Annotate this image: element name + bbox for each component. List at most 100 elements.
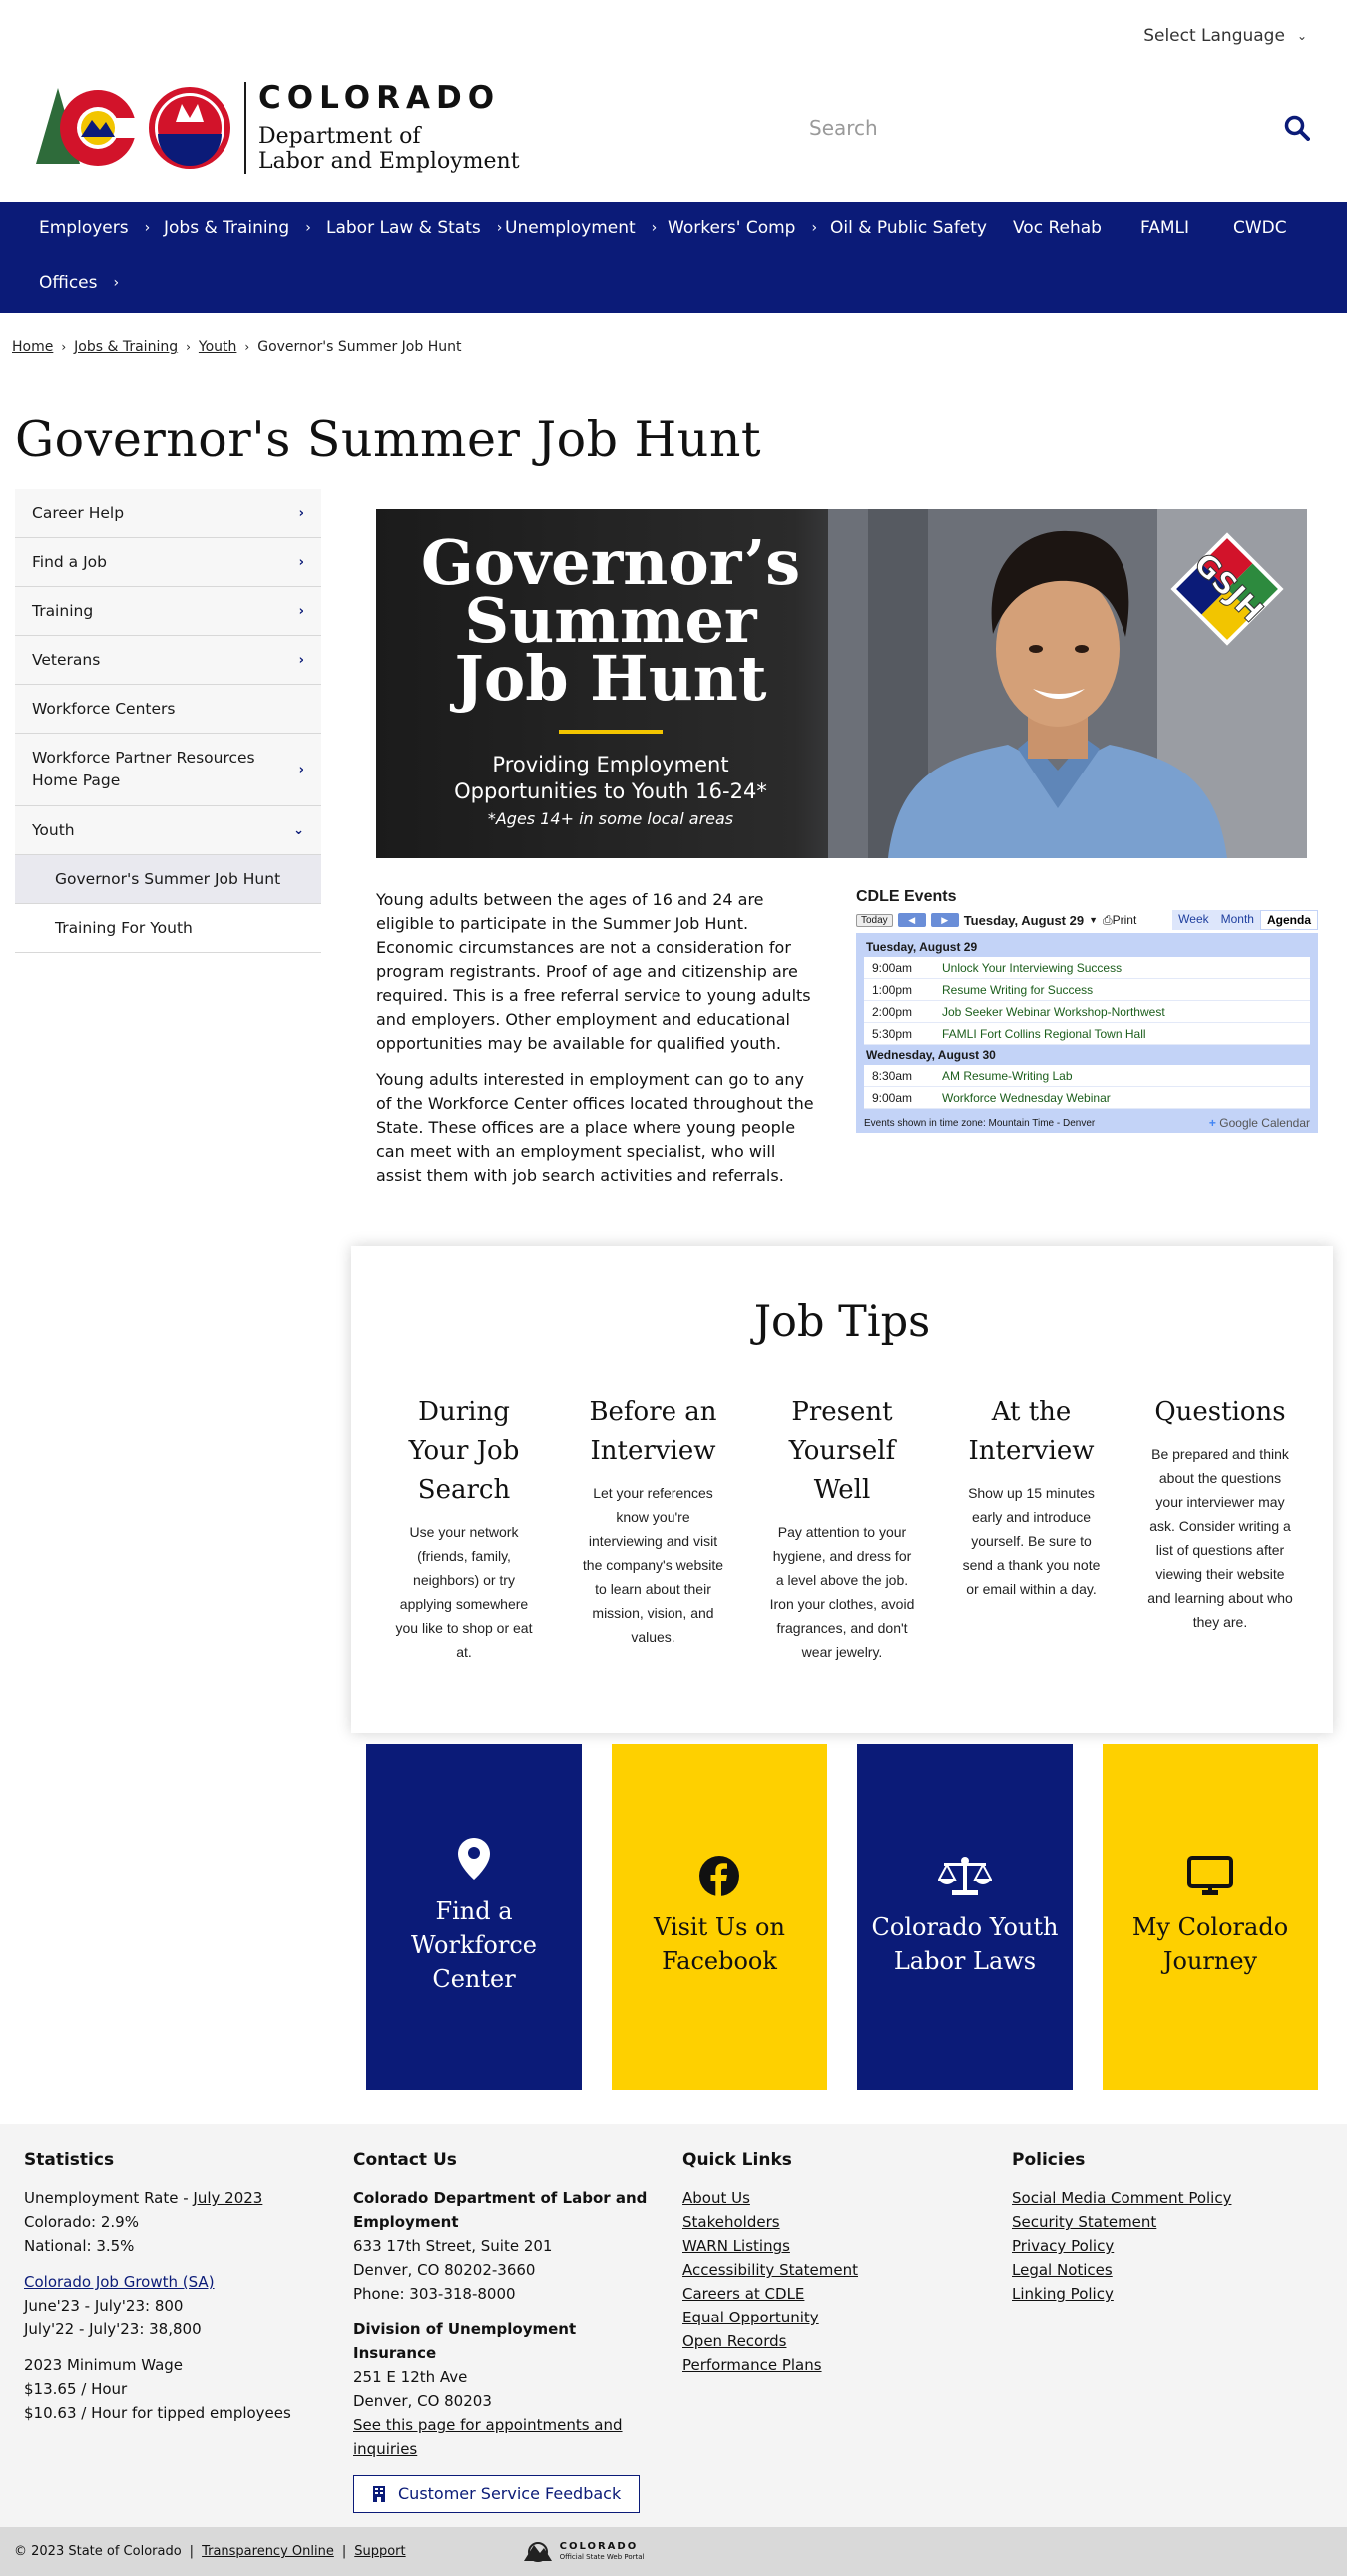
tile-my-colorado-journey[interactable]: My Colorado Journey: [1103, 1744, 1318, 2090]
breadcrumb-jobs-training[interactable]: Jobs & Training: [74, 339, 178, 355]
support-link[interactable]: Support: [354, 2544, 405, 2559]
tile-youth-labor-laws[interactable]: Colorado Youth Labor Laws: [857, 1744, 1073, 2090]
nav-famli[interactable]: FAMLI: [1140, 218, 1189, 238]
customer-feedback-button[interactable]: Customer Service Feedback: [353, 2475, 641, 2513]
calendar-today-button[interactable]: Today: [856, 913, 893, 927]
sidebar-item-career-help[interactable]: Career Help ›: [15, 489, 321, 538]
unemp-month-link[interactable]: July 2023: [193, 2189, 262, 2207]
footer-heading: Policies: [1012, 2150, 1086, 2170]
sidebar-item-label: Workforce Centers: [32, 699, 176, 718]
calendar-prev-icon[interactable]: ◀: [897, 913, 926, 927]
search-input[interactable]: [809, 116, 1228, 140]
nav-cwdc[interactable]: CWDC: [1233, 218, 1287, 238]
calendar-event[interactable]: 9:00am Unlock Your Interviewing Success: [864, 957, 1310, 979]
nav-employers[interactable]: Employers ›: [39, 218, 150, 238]
calendar-event[interactable]: 1:00pm Resume Writing for Success: [864, 979, 1310, 1001]
state-portal-logo[interactable]: COLORADO Official State Web Portal: [522, 2541, 645, 2563]
tip-column: Before an Interview Let your references k…: [579, 1393, 728, 1664]
nav-workers-comp[interactable]: Workers' Comp ›: [668, 218, 817, 238]
sidebar-item-youth[interactable]: Youth ⌄: [15, 806, 321, 855]
tile-label: Visit Us on Facebook: [654, 1912, 785, 1975]
chevron-right-icon: ›: [113, 275, 120, 291]
tile-find-workforce-center[interactable]: Find a Workforce Center: [366, 1744, 582, 2090]
breadcrumb-current: Governor's Summer Job Hunt: [257, 339, 462, 355]
wage-label: 2023 Minimum Wage: [24, 2356, 184, 2374]
nav-voc-rehab[interactable]: Voc Rehab: [1013, 218, 1102, 238]
contact-city-1: Denver, CO 80202-3660: [353, 2261, 536, 2279]
nav-labor-law[interactable]: Labor Law & Stats ›: [326, 218, 502, 238]
hero-photo: GSJH: [828, 509, 1307, 858]
sidebar-item-veterans[interactable]: Veterans ›: [15, 636, 321, 685]
footer-link-linking-policy[interactable]: Linking Policy: [1012, 2282, 1321, 2306]
appointments-link[interactable]: See this page for appointments and inqui…: [353, 2413, 653, 2461]
sidebar-item-summer-job-hunt[interactable]: Governor's Summer Job Hunt: [15, 855, 321, 904]
search-bar: [793, 100, 1322, 156]
colorado-logo-icon: [36, 87, 230, 169]
footer-link-social-media-policy[interactable]: Social Media Comment Policy: [1012, 2186, 1321, 2210]
tip-text: Use your network (friends, family, neigh…: [395, 1524, 533, 1660]
page-title: Governor's Summer Job Hunt: [15, 411, 762, 468]
calendar-event[interactable]: 9:00am Workforce Wednesday Webinar: [864, 1087, 1310, 1109]
calendar-event[interactable]: 5:30pm FAMLI Fort Collins Regional Town H…: [864, 1023, 1310, 1045]
sidebar-item-label: Youth: [32, 820, 75, 839]
calendar-tab-week[interactable]: Week: [1172, 910, 1215, 930]
nav-jobs-training[interactable]: Jobs & Training ›: [164, 218, 311, 238]
search-icon[interactable]: [1284, 115, 1310, 141]
calendar-tab-agenda[interactable]: Agenda: [1259, 910, 1318, 930]
tip-title: Before an Interview: [589, 1397, 717, 1466]
tile-facebook[interactable]: Visit Us on Facebook: [612, 1744, 827, 2090]
contact-org-2: Division of Unemployment Insurance: [353, 2320, 577, 2362]
nav-oil-public-safety[interactable]: Oil & Public Safety: [830, 218, 987, 238]
sidebar-item-training-for-youth[interactable]: Training For Youth: [15, 904, 321, 953]
footer-link-equal-opportunity[interactable]: Equal Opportunity: [682, 2306, 982, 2329]
footer-statistics: Statistics Unemployment Rate - July 2023…: [24, 2148, 323, 2425]
calendar-tab-month[interactable]: Month: [1214, 910, 1260, 930]
nav-label: Voc Rehab: [1013, 218, 1102, 238]
hero-subtitle-line2: Opportunities to Youth 16-24*: [454, 779, 767, 803]
footer-link-warn[interactable]: WARN Listings: [682, 2234, 982, 2258]
footer-link-accessibility[interactable]: Accessibility Statement: [682, 2258, 982, 2282]
footer-link-open-records[interactable]: Open Records: [682, 2329, 982, 2353]
calendar-print-label: Print: [1112, 912, 1137, 927]
job-growth-link[interactable]: Colorado Job Growth (SA): [24, 2270, 323, 2294]
sidebar-item-workforce-centers[interactable]: Workforce Centers: [15, 685, 321, 734]
event-name: FAMLI Fort Collins Regional Town Hall: [942, 1026, 1146, 1041]
footer-link-about[interactable]: About Us: [682, 2186, 982, 2210]
calendar-print-button[interactable]: ⎙Print: [1103, 913, 1136, 928]
language-selector[interactable]: Select Language ⌄: [1143, 26, 1307, 46]
footer-link-security[interactable]: Security Statement: [1012, 2210, 1321, 2234]
tip-text: Pay attention to your hygiene, and dress…: [769, 1524, 915, 1660]
footer-link-performance-plans[interactable]: Performance Plans: [682, 2353, 982, 2377]
breadcrumb-youth[interactable]: Youth: [199, 339, 237, 355]
sidebar-item-label: Career Help: [32, 503, 125, 522]
calendar-event[interactable]: 8:30am AM Resume-Writing Lab: [864, 1065, 1310, 1087]
breadcrumb-home[interactable]: Home: [12, 339, 53, 355]
tip-column: During Your Job Search Use your network (…: [389, 1393, 539, 1664]
footer-link-stakeholders[interactable]: Stakeholders: [682, 2210, 982, 2234]
cdle-logo[interactable]: COLORADO Department of Labor and Employm…: [30, 82, 520, 174]
tile-label: Find a Workforce Center: [411, 1896, 537, 1993]
chevron-right-icon: ›: [298, 505, 304, 521]
calendar-date-dropdown-icon[interactable]: ▼: [1089, 915, 1098, 925]
footer-link-careers[interactable]: Careers at CDLE: [682, 2282, 982, 2306]
calendar-next-icon[interactable]: ▶: [930, 913, 959, 927]
google-calendar-link[interactable]: + Google Calendar: [1209, 1116, 1310, 1130]
portal-text: COLORADO Official State Web Portal: [560, 2541, 645, 2562]
tip-text: Let your references know you're intervie…: [582, 1485, 724, 1645]
sidebar-item-training[interactable]: Training ›: [15, 587, 321, 636]
footer-link-legal[interactable]: Legal Notices: [1012, 2258, 1321, 2282]
nav-offices[interactable]: Offices ›: [39, 273, 119, 293]
sidebar-item-partner-resources[interactable]: Workforce Partner Resources Home Page ›: [15, 734, 321, 806]
transparency-link[interactable]: Transparency Online: [202, 2544, 334, 2559]
event-time: 9:00am: [872, 960, 913, 975]
sidebar-item-find-a-job[interactable]: Find a Job ›: [15, 538, 321, 587]
intro-paragraph-1: Young adults between the ages of 16 and …: [376, 890, 811, 1053]
calendar-agenda: Tuesday, August 29 9:00am Unlock Your Int…: [856, 933, 1318, 1113]
footer-link-privacy[interactable]: Privacy Policy: [1012, 2234, 1321, 2258]
calendar-event[interactable]: 2:00pm Job Seeker Webinar Workshop-Northw…: [864, 1001, 1310, 1023]
sidebar-item-label: Training For Youth: [55, 918, 193, 937]
nav-label: FAMLI: [1140, 218, 1189, 238]
nav-unemployment[interactable]: Unemployment ›: [505, 218, 657, 238]
tile-label: Colorado Youth Labor Laws: [871, 1912, 1059, 1975]
